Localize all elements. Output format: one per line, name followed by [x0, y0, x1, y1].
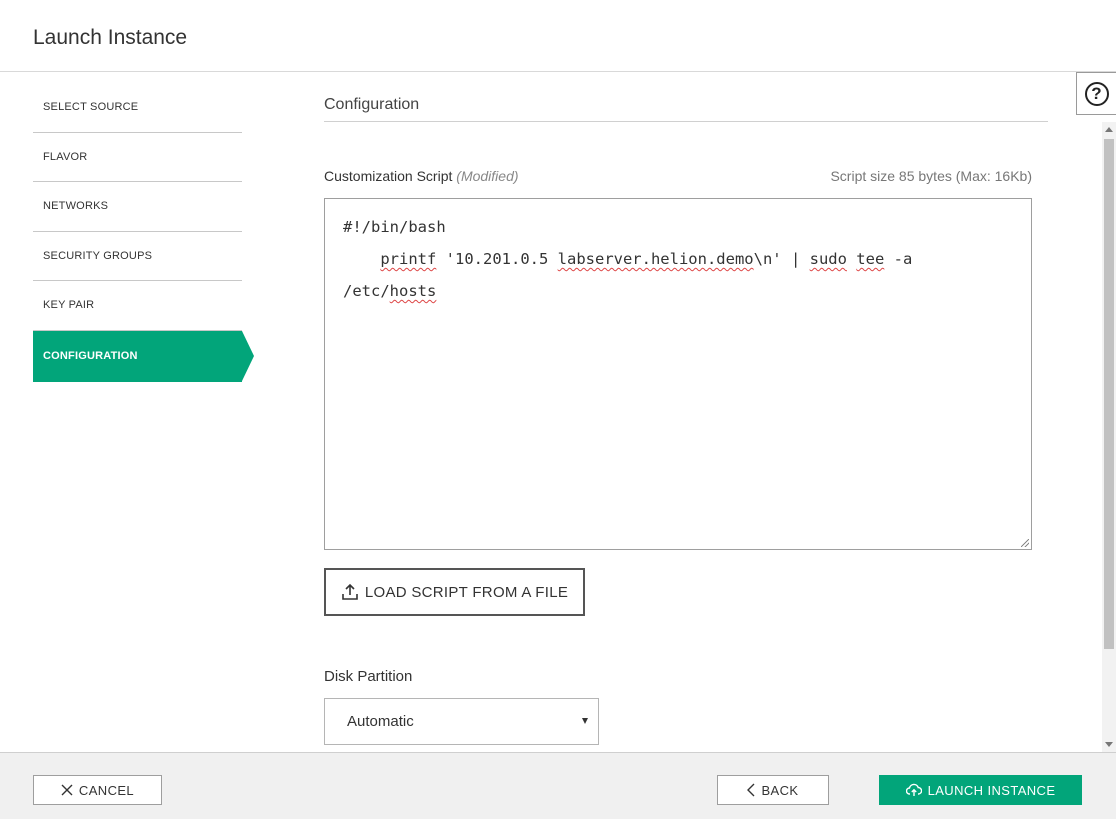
script-text-pipe: \n' | [753, 250, 810, 268]
script-text-etc: /etc/ [343, 282, 390, 300]
cancel-button[interactable]: CANCEL [33, 775, 162, 805]
help-button[interactable]: ? [1076, 72, 1116, 115]
script-text-flag: -a [884, 250, 913, 268]
script-word-printf: printf [380, 250, 437, 268]
modified-indicator: (Modified) [456, 168, 519, 184]
scrollbar-thumb[interactable] [1104, 139, 1114, 649]
customization-script-textarea[interactable]: #!/bin/bash printf '10.201.0.5 labserver… [324, 198, 1032, 550]
load-script-button[interactable]: LOAD SCRIPT FROM A FILE [324, 568, 585, 616]
script-indent [343, 250, 380, 268]
scroll-down-icon[interactable] [1105, 742, 1113, 747]
script-label: Customization Script (Modified) [324, 168, 519, 184]
cloud-upload-icon [905, 783, 922, 796]
script-size: Script size 85 bytes (Max: 16Kb) [830, 168, 1032, 184]
script-word-tee: tee [856, 250, 885, 268]
upload-icon [342, 583, 358, 600]
load-script-label: LOAD SCRIPT FROM A FILE [364, 583, 569, 601]
modal-title: Launch Instance [33, 26, 188, 49]
nav-item-key-pair[interactable]: KEY PAIR [33, 281, 242, 331]
script-text-ip: '10.201.0.5 [436, 250, 558, 268]
back-button[interactable]: BACK [717, 775, 829, 805]
script-text-space [847, 250, 856, 268]
wizard-nav: SELECT SOURCE FLAVOR NETWORKS SECURITY G… [33, 83, 255, 382]
launch-label: LAUNCH INSTANCE [927, 782, 1056, 798]
nav-item-flavor[interactable]: FLAVOR [33, 133, 242, 182]
close-icon [61, 784, 73, 796]
nav-item-security-groups[interactable]: SECURITY GROUPS [33, 232, 242, 281]
scroll-up-icon[interactable] [1105, 127, 1113, 132]
script-word-sudo: sudo [809, 250, 847, 268]
chevron-left-icon [747, 783, 755, 797]
launch-instance-button[interactable]: LAUNCH INSTANCE [879, 775, 1082, 805]
back-label: BACK [761, 782, 799, 798]
script-word-hostname: labserver.helion.demo [557, 250, 754, 268]
modal-footer: CANCEL BACK LAUNCH INSTANCE [0, 752, 1116, 819]
script-label-text: Customization Script [324, 168, 453, 184]
question-circle-icon: ? [1084, 81, 1109, 106]
modal-header: Launch Instance [0, 0, 1116, 72]
disk-partition-label: Disk Partition [324, 668, 413, 685]
cancel-label: CANCEL [78, 782, 135, 798]
script-line-1: #!/bin/bash [343, 218, 446, 236]
disk-partition-select[interactable]: Automatic [324, 698, 599, 745]
disk-partition-value: Automatic [347, 713, 414, 730]
nav-item-networks[interactable]: NETWORKS [33, 182, 242, 232]
nav-item-configuration[interactable]: CONFIGURATION [33, 330, 254, 382]
script-word-hosts: hosts [389, 282, 437, 300]
caret-down-icon [582, 718, 588, 724]
resize-handle[interactable] [1021, 539, 1029, 547]
content-scrollbar[interactable] [1102, 122, 1116, 752]
nav-item-select-source[interactable]: SELECT SOURCE [33, 83, 242, 133]
section-title: Configuration [324, 96, 1048, 122]
